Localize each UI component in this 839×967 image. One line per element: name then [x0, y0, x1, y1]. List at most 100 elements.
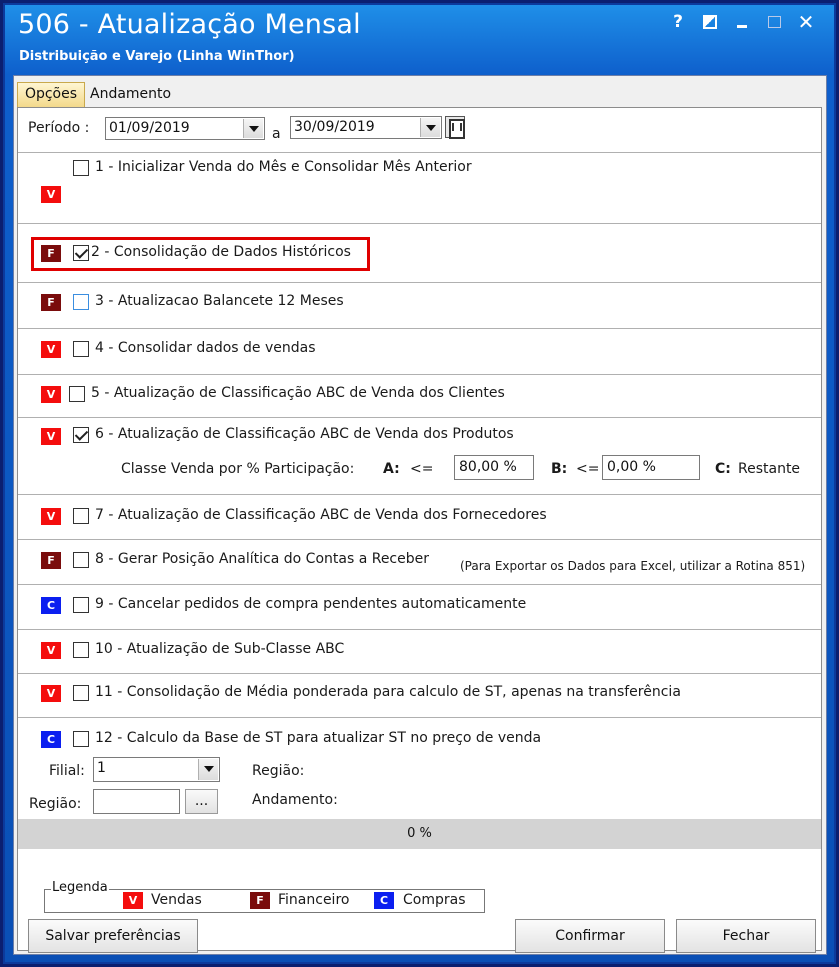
salvar-preferencias-button[interactable]: Salvar preferências: [28, 919, 198, 953]
option-7-label[interactable]: 7 - Atualização de Classificação ABC de …: [95, 507, 547, 523]
option-2-badge: F: [41, 245, 61, 262]
legend-compras-label: Compras: [403, 892, 466, 908]
window-subtitle: Distribuição e Varejo (Linha WinThor): [19, 49, 295, 64]
minimize-button[interactable]: [731, 11, 753, 33]
option-11-checkbox[interactable]: [73, 685, 89, 701]
abc-b-input[interactable]: 0,00 %: [602, 455, 700, 480]
abc-c-value: Restante: [738, 461, 801, 477]
option-11-label[interactable]: 11 - Consolidação de Média ponderada par…: [95, 684, 681, 700]
abc-b-label: B:: [551, 461, 568, 477]
help-button[interactable]: ?: [667, 11, 689, 33]
option-6-badge: V: [41, 428, 61, 445]
option-6-label[interactable]: 6 - Atualização de Classificação ABC de …: [95, 426, 514, 442]
option-1-checkbox[interactable]: [73, 160, 89, 176]
regiao-info-label: Região:: [252, 763, 305, 779]
divider: [18, 152, 821, 153]
divider: [18, 629, 821, 630]
option-8-label[interactable]: 8 - Gerar Posição Analítica do Contas a …: [95, 551, 429, 567]
main-window: 506 - Atualização Mensal Distribuição e …: [3, 3, 836, 964]
periodo-end-value: 30/09/2019: [294, 119, 375, 135]
divider: [18, 539, 821, 540]
legend-financeiro-label: Financeiro: [278, 892, 350, 908]
option-1-label[interactable]: 1 - Inicializar Venda do Mês e Consolida…: [95, 159, 472, 175]
divider: [18, 417, 821, 418]
option-12-checkbox[interactable]: [73, 731, 89, 747]
option-10-label[interactable]: 10 - Atualização de Sub-Classe ABC: [95, 641, 344, 657]
abc-c-label: C:: [715, 461, 731, 477]
maximize-button[interactable]: [763, 11, 785, 33]
maximize-icon: [767, 16, 781, 28]
option-1-badge: V: [41, 186, 61, 203]
chevron-down-icon[interactable]: [198, 759, 218, 780]
divider: [18, 717, 821, 718]
periodo-label: Período :: [28, 120, 90, 136]
option-9-label[interactable]: 9 - Cancelar pedidos de compra pendentes…: [95, 596, 526, 612]
option-9-checkbox[interactable]: [73, 597, 89, 613]
divider: [18, 374, 821, 375]
tab-opcoes[interactable]: Opções: [17, 82, 85, 107]
option-6-checkbox[interactable]: [73, 427, 89, 443]
option-11-badge: V: [41, 685, 61, 702]
option-7-checkbox[interactable]: [73, 508, 89, 524]
divider: [18, 282, 821, 283]
filial-value: 1: [97, 760, 106, 776]
divider: [18, 494, 821, 495]
fechar-button[interactable]: Fechar: [676, 919, 816, 953]
andamento-label: Andamento:: [252, 792, 338, 808]
option-5-label[interactable]: 5 - Atualização de Classificação ABC de …: [91, 385, 505, 401]
abc-label: Classe Venda por % Participação:: [121, 461, 355, 477]
legend-box: Legenda V Vendas F Financeiro C Compras: [44, 880, 485, 913]
regiao-label: Região:: [29, 796, 82, 812]
periodo-start-combo[interactable]: 01/09/2019: [105, 117, 265, 140]
option-9-badge: C: [41, 597, 61, 614]
option-7-badge: V: [41, 508, 61, 525]
chevron-down-icon[interactable]: [243, 119, 263, 138]
legend-vendas-label: Vendas: [151, 892, 202, 908]
filial-label: Filial:: [49, 763, 85, 779]
abc-b-operator: <=: [576, 461, 600, 477]
divider: [18, 673, 821, 674]
legend-title: Legenda: [51, 880, 109, 895]
window-title: 506 - Atualização Mensal: [18, 9, 361, 40]
progress-text: 0 %: [407, 826, 432, 841]
options-panel: Período : 01/09/2019 a 30/09/2019 1 - In…: [17, 107, 822, 953]
periodo-end-combo[interactable]: 30/09/2019: [290, 116, 442, 139]
option-10-badge: V: [41, 642, 61, 659]
option-3-badge: F: [41, 294, 61, 311]
restore-icon: [703, 15, 717, 29]
abc-a-input[interactable]: 80,00 %: [454, 455, 534, 480]
abc-a-label: A:: [383, 461, 400, 477]
option-4-badge: V: [41, 341, 61, 358]
title-bar[interactable]: 506 - Atualização Mensal Distribuição e …: [5, 5, 834, 69]
minimize-icon: [737, 25, 747, 28]
option-8-badge: F: [41, 552, 61, 569]
regiao-search-button[interactable]: ...: [185, 789, 218, 814]
option-10-checkbox[interactable]: [73, 642, 89, 658]
restore-button[interactable]: [699, 11, 721, 33]
option-2-checkbox[interactable]: [73, 245, 89, 261]
option-2-label[interactable]: 2 - Consolidação de Dados Históricos: [91, 244, 351, 260]
filial-combo[interactable]: 1: [93, 757, 220, 782]
confirmar-button[interactable]: Confirmar: [515, 919, 665, 953]
tab-andamento[interactable]: Andamento: [85, 82, 187, 107]
option-3-label[interactable]: 3 - Atualizacao Balancete 12 Meses: [95, 293, 344, 309]
option-5-checkbox[interactable]: [69, 386, 85, 402]
legend-vendas-badge: V: [123, 892, 143, 909]
option-5-badge: V: [41, 386, 61, 403]
option-12-label[interactable]: 12 - Calculo da Base de ST para atualiza…: [95, 730, 541, 746]
chevron-down-icon[interactable]: [420, 118, 440, 137]
periodo-start-value: 01/09/2019: [109, 120, 190, 136]
legend-financeiro-badge: F: [250, 892, 270, 909]
option-4-checkbox[interactable]: [73, 341, 89, 357]
close-button[interactable]: ✕: [795, 11, 817, 33]
abc-a-operator: <=: [410, 461, 434, 477]
option-12-badge: C: [41, 731, 61, 748]
progress-bar: 0 %: [18, 819, 821, 849]
option-8-checkbox[interactable]: [73, 552, 89, 568]
divider: [18, 223, 821, 224]
client-area: Opções Andamento Período : 01/09/2019 a …: [13, 75, 827, 955]
regiao-input[interactable]: [93, 789, 180, 814]
calendar-icon[interactable]: [445, 116, 465, 139]
option-4-label[interactable]: 4 - Consolidar dados de vendas: [95, 340, 316, 356]
option-3-checkbox[interactable]: [73, 294, 89, 310]
